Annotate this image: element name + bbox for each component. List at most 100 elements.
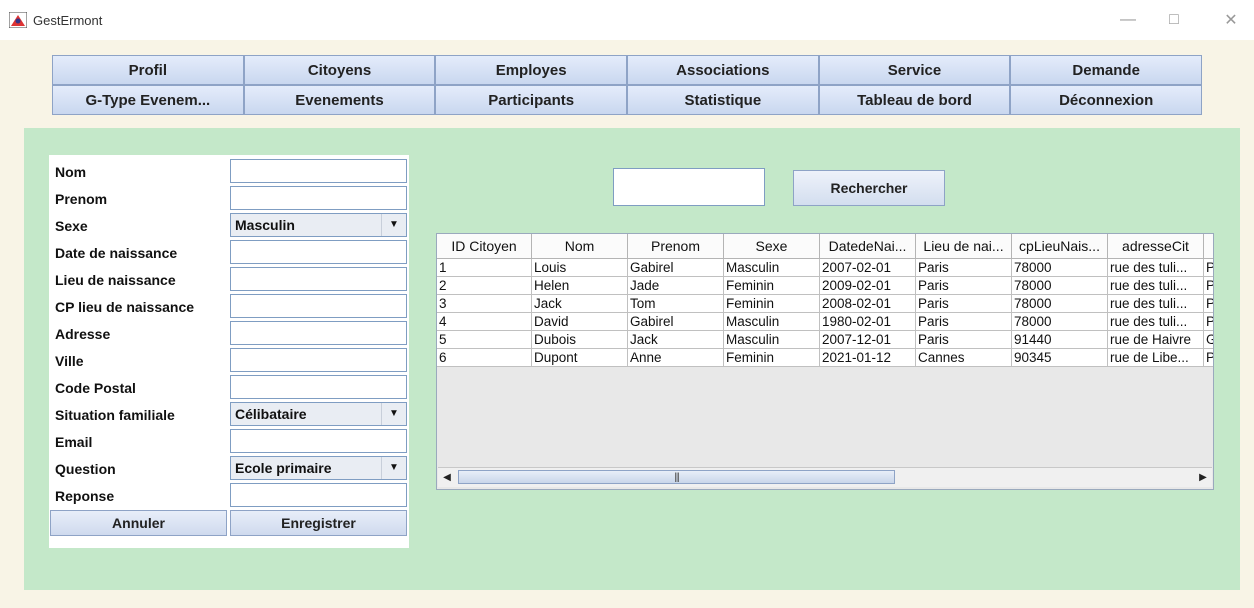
cell-adresse[interactable]: rue de Libe... bbox=[1108, 349, 1204, 367]
nav-button-service[interactable]: Service bbox=[818, 55, 1011, 85]
rechercher-button[interactable]: Rechercher bbox=[793, 170, 945, 206]
dropdown-arrow-icon[interactable]: ▼ bbox=[381, 403, 406, 425]
nav-button-profil[interactable]: Profil bbox=[52, 55, 244, 85]
column-header-adresse[interactable]: adresseCit bbox=[1108, 234, 1204, 259]
cell-nom[interactable]: Dupont bbox=[532, 349, 628, 367]
dropdown-arrow-icon[interactable]: ▼ bbox=[381, 457, 406, 479]
cell-id-citoyen[interactable]: 5 bbox=[437, 331, 532, 349]
cell-nom[interactable]: David bbox=[532, 313, 628, 331]
cell-cp-lieu-naissance[interactable]: 90345 bbox=[1012, 349, 1108, 367]
nav-button-participants[interactable]: Participants bbox=[435, 85, 627, 115]
cell-prenom[interactable]: Anne bbox=[628, 349, 724, 367]
cell-cp-lieu-naissance[interactable]: 78000 bbox=[1012, 277, 1108, 295]
cell-lieu-naissance[interactable]: Cannes bbox=[916, 349, 1012, 367]
scroll-right-icon[interactable]: ▶ bbox=[1194, 468, 1212, 487]
cell-ville[interactable]: P bbox=[1204, 349, 1213, 367]
question-select[interactable]: Ecole primaire ▼ bbox=[230, 456, 407, 480]
cell-date-naissance[interactable]: 2021-01-12 bbox=[820, 349, 916, 367]
nav-button-demande[interactable]: Demande bbox=[1010, 55, 1202, 85]
nav-button-statistique[interactable]: Statistique bbox=[627, 85, 819, 115]
column-header-date-naissance[interactable]: DatedeNai... bbox=[820, 234, 916, 259]
annuler-button[interactable]: Annuler bbox=[50, 510, 227, 536]
cell-prenom[interactable]: Jade bbox=[628, 277, 724, 295]
table-row[interactable]: 3 Jack Tom Feminin 2008-02-01 Paris 78000 rue d… bbox=[437, 295, 1213, 313]
cell-id-citoyen[interactable]: 3 bbox=[437, 295, 532, 313]
table-row[interactable]: 1 Louis Gabirel Masculin 2007-02-01 Paris 7800… bbox=[437, 259, 1213, 277]
cell-sexe[interactable]: Feminin bbox=[724, 295, 820, 313]
dropdown-arrow-icon[interactable]: ▼ bbox=[381, 214, 406, 236]
cell-prenom[interactable]: Gabirel bbox=[628, 313, 724, 331]
maximize-icon[interactable]: □ bbox=[1159, 8, 1189, 32]
table-row[interactable]: 6 Dupont Anne Feminin 2021-01-12 Cannes 90345 r… bbox=[437, 349, 1213, 367]
cell-prenom[interactable]: Jack bbox=[628, 331, 724, 349]
ville-input[interactable] bbox=[230, 348, 407, 372]
column-header-sexe[interactable]: Sexe bbox=[724, 234, 820, 259]
column-header-id-citoyen[interactable]: ID Citoyen bbox=[437, 234, 532, 259]
cell-id-citoyen[interactable]: 1 bbox=[437, 259, 532, 277]
cell-nom[interactable]: Dubois bbox=[532, 331, 628, 349]
enregistrer-button[interactable]: Enregistrer bbox=[230, 510, 407, 536]
prenom-input[interactable] bbox=[230, 186, 407, 210]
cell-adresse[interactable]: rue des tuli... bbox=[1108, 313, 1204, 331]
nav-button-type-evenement[interactable]: G-Type Evenem... bbox=[52, 85, 244, 115]
nav-button-associations[interactable]: Associations bbox=[627, 55, 819, 85]
cell-date-naissance[interactable]: 1980-02-01 bbox=[820, 313, 916, 331]
cell-date-naissance[interactable]: 2008-02-01 bbox=[820, 295, 916, 313]
cell-adresse[interactable]: rue des tuli... bbox=[1108, 277, 1204, 295]
cell-lieu-naissance[interactable]: Paris bbox=[916, 313, 1012, 331]
cell-lieu-naissance[interactable]: Paris bbox=[916, 295, 1012, 313]
cp-lieu-naissance-input[interactable] bbox=[230, 294, 407, 318]
cell-ville[interactable]: P bbox=[1204, 259, 1213, 277]
lieu-naissance-input[interactable] bbox=[230, 267, 407, 291]
table-row[interactable]: 2 Helen Jade Feminin 2009-02-01 Paris 78000 rue… bbox=[437, 277, 1213, 295]
cell-prenom[interactable]: Tom bbox=[628, 295, 724, 313]
adresse-input[interactable] bbox=[230, 321, 407, 345]
column-header-lieu-naissance[interactable]: Lieu de nai... bbox=[916, 234, 1012, 259]
cell-lieu-naissance[interactable]: Paris bbox=[916, 277, 1012, 295]
cell-cp-lieu-naissance[interactable]: 91440 bbox=[1012, 331, 1108, 349]
reponse-input[interactable] bbox=[230, 483, 407, 507]
cell-id-citoyen[interactable]: 6 bbox=[437, 349, 532, 367]
cell-sexe[interactable]: Masculin bbox=[724, 259, 820, 277]
cell-date-naissance[interactable]: 2007-12-01 bbox=[820, 331, 916, 349]
nav-button-evenements[interactable]: Evenements bbox=[243, 85, 436, 115]
column-header-cp-lieu-naissance[interactable]: cpLieuNais... bbox=[1012, 234, 1108, 259]
code-postal-input[interactable] bbox=[230, 375, 407, 399]
nom-input[interactable] bbox=[230, 159, 407, 183]
table-row[interactable]: 5 Dubois Jack Masculin 2007-12-01 Paris 91440 r… bbox=[437, 331, 1213, 349]
minimize-icon[interactable]: — bbox=[1113, 8, 1143, 32]
cell-prenom[interactable]: Gabirel bbox=[628, 259, 724, 277]
email-input[interactable] bbox=[230, 429, 407, 453]
nav-button-deconnexion[interactable]: Déconnexion bbox=[1010, 85, 1202, 115]
cell-id-citoyen[interactable]: 4 bbox=[437, 313, 532, 331]
cell-adresse[interactable]: rue des tuli... bbox=[1108, 295, 1204, 313]
cell-cp-lieu-naissance[interactable]: 78000 bbox=[1012, 259, 1108, 277]
column-header-prenom[interactable]: Prenom bbox=[628, 234, 724, 259]
sexe-select[interactable]: Masculin ▼ bbox=[230, 213, 407, 237]
cell-lieu-naissance[interactable]: Paris bbox=[916, 331, 1012, 349]
nav-button-tableau-de-bord[interactable]: Tableau de bord bbox=[818, 85, 1011, 115]
cell-nom[interactable]: Louis bbox=[532, 259, 628, 277]
date-naissance-input[interactable] bbox=[230, 240, 407, 264]
cell-ville[interactable]: P bbox=[1204, 295, 1213, 313]
nav-button-employes[interactable]: Employes bbox=[435, 55, 627, 85]
horizontal-scrollbar[interactable]: ◀ ||| ▶ bbox=[438, 467, 1212, 487]
column-header-nom[interactable]: Nom bbox=[532, 234, 628, 259]
cell-adresse[interactable]: rue des tuli... bbox=[1108, 259, 1204, 277]
table-row[interactable]: 4 David Gabirel Masculin 1980-02-01 Paris 7800… bbox=[437, 313, 1213, 331]
cell-sexe[interactable]: Masculin bbox=[724, 331, 820, 349]
cell-sexe[interactable]: Feminin bbox=[724, 349, 820, 367]
close-icon[interactable]: ✕ bbox=[1216, 8, 1246, 32]
situation-familiale-select[interactable]: Célibataire ▼ bbox=[230, 402, 407, 426]
cell-date-naissance[interactable]: 2007-02-01 bbox=[820, 259, 916, 277]
cell-lieu-naissance[interactable]: Paris bbox=[916, 259, 1012, 277]
cell-ville[interactable]: G bbox=[1204, 331, 1213, 349]
column-header-ville[interactable] bbox=[1204, 234, 1213, 259]
cell-nom[interactable]: Jack bbox=[532, 295, 628, 313]
cell-adresse[interactable]: rue de Haivre bbox=[1108, 331, 1204, 349]
cell-sexe[interactable]: Feminin bbox=[724, 277, 820, 295]
cell-date-naissance[interactable]: 2009-02-01 bbox=[820, 277, 916, 295]
cell-id-citoyen[interactable]: 2 bbox=[437, 277, 532, 295]
cell-ville[interactable]: P bbox=[1204, 277, 1213, 295]
nav-button-citoyens[interactable]: Citoyens bbox=[243, 55, 436, 85]
